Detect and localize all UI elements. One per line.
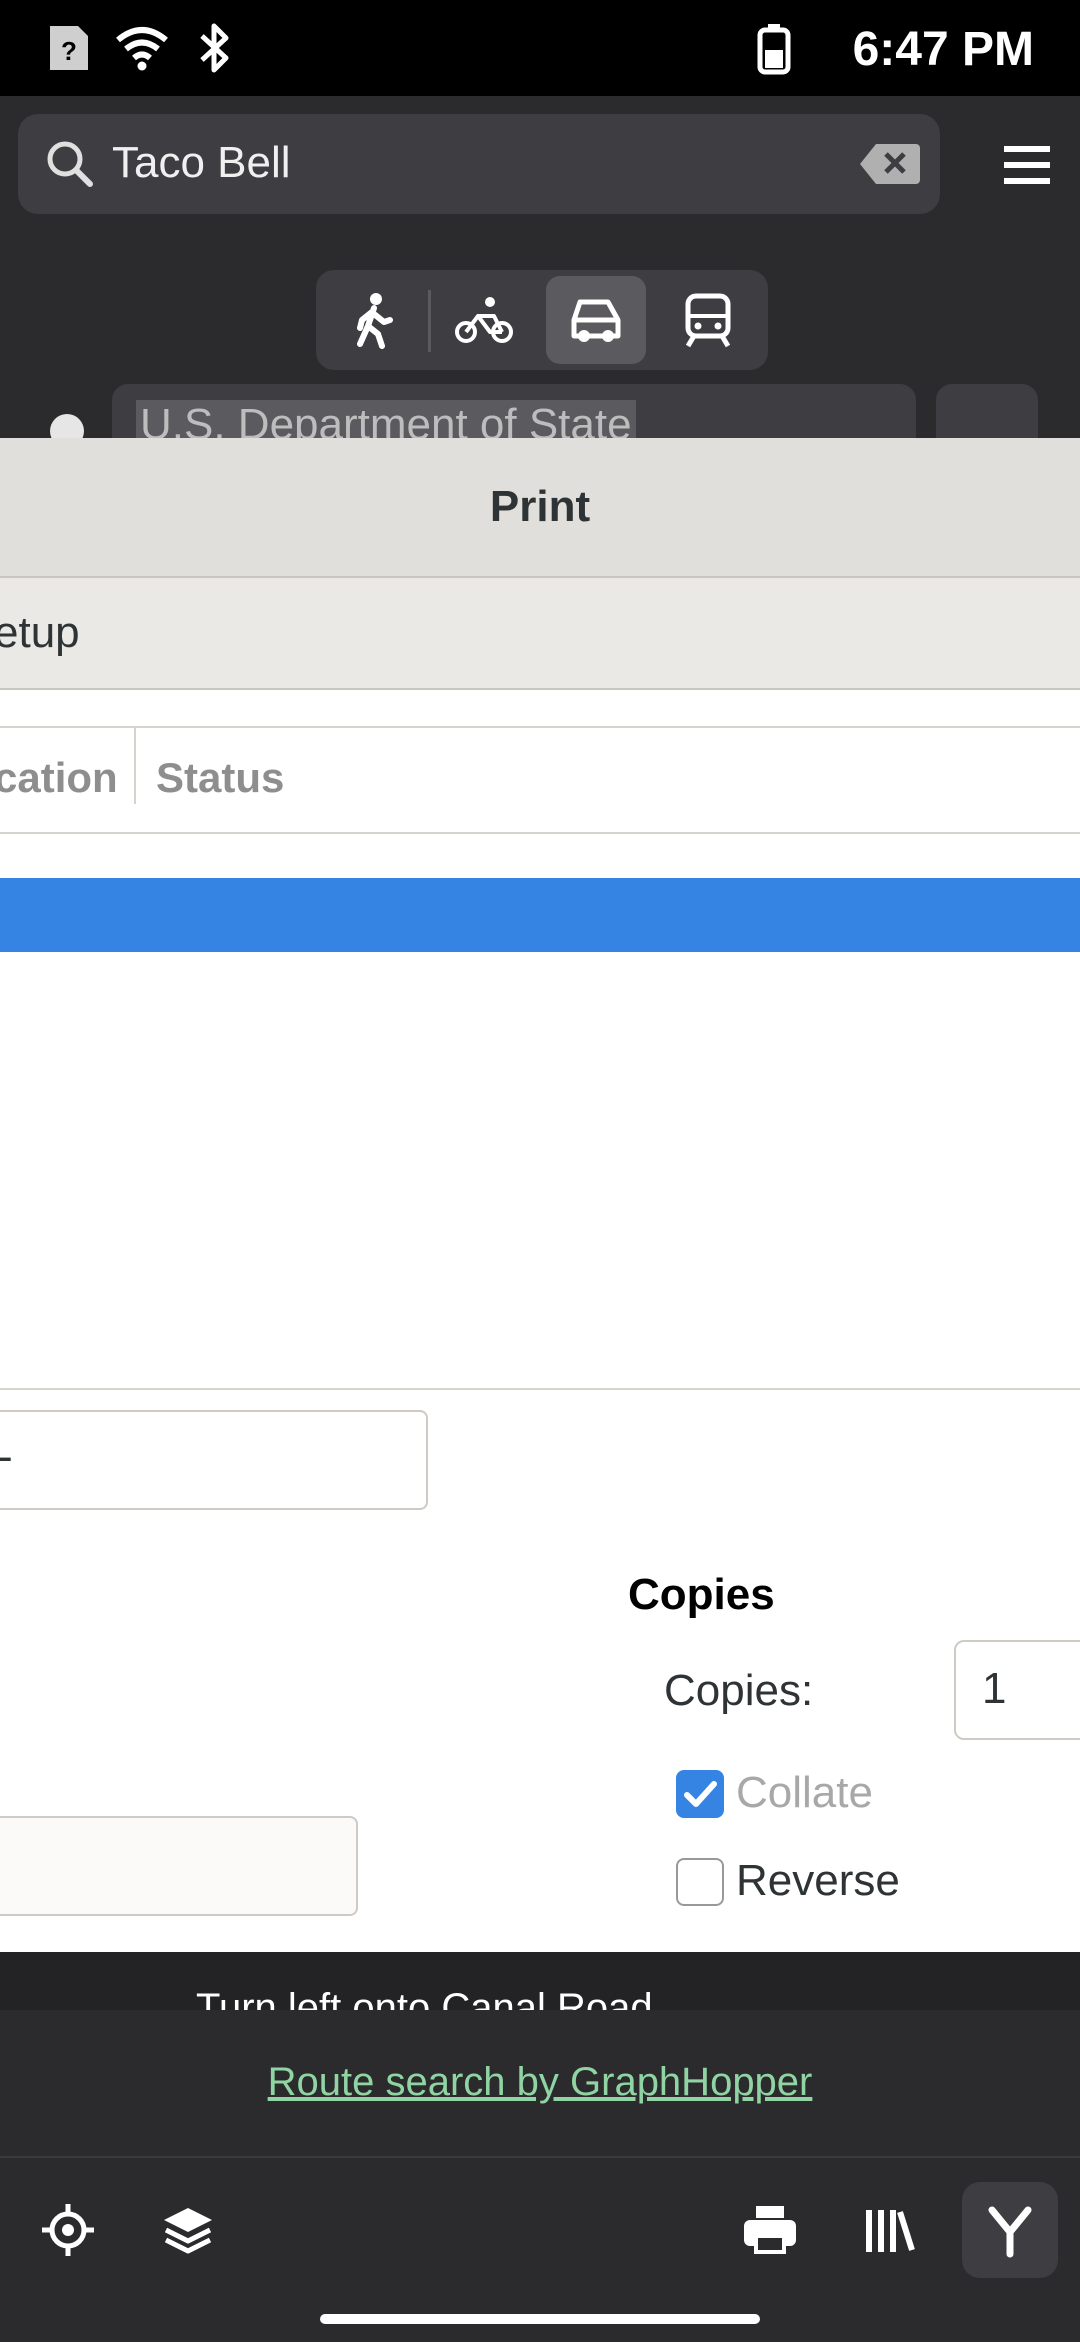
- search-query: Taco Bell: [112, 138, 291, 187]
- app-header: Taco Bell: [0, 96, 1080, 236]
- direction-step-text: Turn left onto Canal Road: [196, 1986, 653, 2010]
- divider: [0, 1388, 1080, 1390]
- mode-divider: [428, 290, 431, 352]
- transit-icon: [685, 293, 731, 348]
- transit-mode-button[interactable]: [658, 276, 758, 364]
- checkmark-icon: [684, 1781, 717, 1807]
- library-icon: [866, 2210, 915, 2252]
- car-icon: [571, 299, 621, 342]
- clear-search-icon[interactable]: [860, 142, 920, 186]
- battery-icon: [757, 24, 791, 75]
- wifi-icon: [116, 27, 168, 71]
- print-button[interactable]: [722, 2182, 818, 2278]
- locate-button[interactable]: [20, 2182, 116, 2278]
- travel-mode-selector: [316, 270, 768, 370]
- bottom-toolbar: [0, 2156, 1080, 2342]
- walk-icon: [357, 293, 393, 349]
- copies-value: 1: [982, 1664, 1007, 1713]
- column-header-status[interactable]: Status: [156, 754, 284, 802]
- route-button[interactable]: [962, 2182, 1058, 2278]
- unknown-sim-icon: ?: [50, 26, 88, 70]
- route-planner: U.S. Department of State: [0, 236, 1080, 464]
- collate-label: Collate: [736, 1768, 873, 1817]
- walk-mode-button[interactable]: [324, 276, 424, 364]
- text-field[interactable]: [0, 1816, 358, 1916]
- search-icon: [47, 141, 93, 187]
- svg-text:?: ?: [61, 36, 77, 66]
- copies-spinner[interactable]: 1: [954, 1640, 1080, 1740]
- bike-mode-button[interactable]: [434, 276, 534, 364]
- menu-icon[interactable]: [1000, 138, 1054, 192]
- home-indicator[interactable]: [320, 2314, 760, 2324]
- car-mode-button[interactable]: [546, 276, 646, 364]
- selected-printer-row[interactable]: [0, 878, 1080, 952]
- direction-step[interactable]: Turn left onto Canal Road: [0, 1952, 1080, 2010]
- collate-checkbox[interactable]: [676, 1770, 724, 1818]
- copies-label: Copies:: [664, 1666, 814, 1715]
- footer: Route search by GraphHopper: [0, 2010, 1080, 2156]
- bluetooth-icon: [200, 23, 229, 73]
- page-range-value: -: [0, 1432, 13, 1482]
- search-input[interactable]: Taco Bell: [18, 114, 940, 214]
- print-icon: [744, 2206, 796, 2254]
- status-bar: ? 6:47 PM: [0, 0, 1080, 96]
- reverse-checkbox[interactable]: [676, 1858, 724, 1906]
- page-range-field[interactable]: -: [0, 1410, 428, 1510]
- column-header-location[interactable]: cation: [0, 754, 118, 802]
- tab-page-setup[interactable]: etup: [0, 608, 80, 658]
- clock: 6:47 PM: [852, 23, 1034, 76]
- print-dialog: Print etup cation Status - Copies Copies…: [0, 438, 1080, 1952]
- column-separator: [134, 728, 136, 804]
- dialog-tabs: etup: [0, 578, 1080, 690]
- bike-icon: [455, 297, 513, 343]
- dialog-title: Print: [489, 482, 591, 531]
- layers-icon: [164, 2208, 212, 2254]
- reverse-label: Reverse: [736, 1856, 900, 1905]
- route-icon: [988, 2206, 1032, 2258]
- library-button[interactable]: [842, 2182, 938, 2278]
- dialog-title-bar: Print: [0, 438, 1080, 578]
- printer-list-header: cation Status: [0, 726, 1080, 834]
- copies-heading: Copies: [628, 1570, 775, 1619]
- locate-icon: [42, 2204, 94, 2256]
- graphhopper-credit-link[interactable]: Route search by GraphHopper: [0, 2060, 1080, 2105]
- layers-button[interactable]: [140, 2182, 236, 2278]
